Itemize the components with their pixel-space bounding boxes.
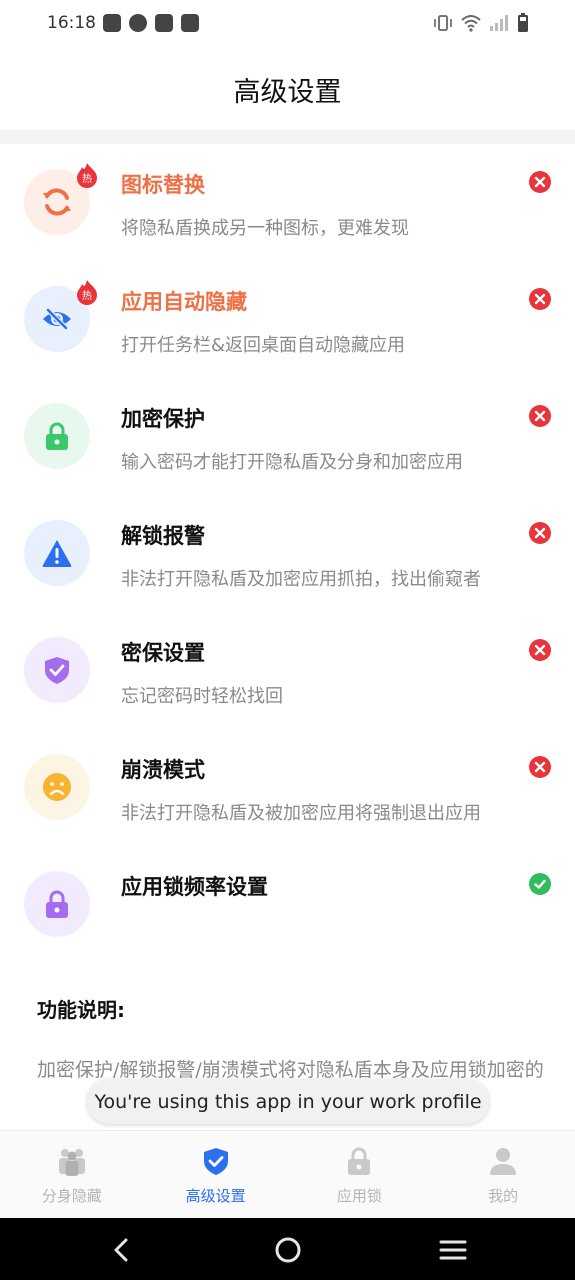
disabled-status-icon[interactable] — [529, 522, 551, 544]
hot-badge-icon: 热 — [77, 163, 97, 188]
header-divider — [0, 130, 575, 144]
setting-desc: 忘记密码时轻松找回 — [121, 686, 283, 707]
lock-frequency-icon-bg — [24, 871, 90, 937]
shield-check-icon — [203, 1148, 228, 1175]
back-icon[interactable] — [106, 1234, 138, 1266]
setting-row-icon-replace[interactable]: 热 图标替换 将隐私盾换成另一种图标，更难发现 — [0, 144, 575, 261]
setting-desc: 打开任务栏&返回桌面自动隐藏应用 — [121, 335, 406, 356]
tab-label: 分身隐藏 — [41, 1187, 102, 1205]
gallery-icon — [181, 14, 199, 32]
description-title: 功能说明: — [37, 998, 125, 1022]
setting-desc: 非法打开隐私盾及加密应用抓拍，找出偷窥者 — [121, 569, 481, 590]
unlock-alarm-icon-bg — [24, 520, 90, 586]
warning-icon — [42, 540, 72, 567]
padlock-icon — [46, 890, 68, 918]
tab-label: 应用锁 — [336, 1187, 382, 1205]
setting-row-crash-mode[interactable]: 崩溃模式 非法打开隐私盾及被加密应用将强制退出应用 — [0, 729, 575, 846]
setting-row-security-question[interactable]: 密保设置 忘记密码时轻松找回 — [0, 612, 575, 729]
enabled-status-icon[interactable] — [529, 873, 551, 895]
disabled-status-icon[interactable] — [529, 405, 551, 427]
home-icon[interactable] — [272, 1234, 304, 1266]
hot-badge-label: 热 — [82, 172, 92, 185]
disabled-status-icon[interactable] — [529, 756, 551, 778]
calendar-icon — [155, 14, 173, 32]
eye-off-icon — [43, 308, 71, 330]
disabled-status-icon[interactable] — [529, 288, 551, 310]
work-profile-toast: You're using this app in your work profi… — [87, 1079, 489, 1124]
tab-label: 高级设置 — [185, 1187, 246, 1205]
lock-icon — [348, 1147, 371, 1175]
system-nav-bar — [0, 1218, 575, 1280]
disabled-status-icon[interactable] — [529, 639, 551, 661]
tab-clone-hide[interactable]: 分身隐藏 — [0, 1131, 144, 1219]
lock-icon — [46, 422, 68, 450]
clone-icon — [58, 1149, 85, 1176]
setting-title: 密保设置 — [121, 641, 205, 665]
person-icon — [490, 1148, 517, 1175]
sad-face-icon — [43, 773, 71, 801]
signal-icon — [490, 15, 508, 31]
crash-mode-icon-bg — [24, 754, 90, 820]
tab-advanced-settings[interactable]: 高级设置 — [144, 1131, 288, 1219]
battery-icon — [518, 13, 528, 32]
setting-row-lock-frequency[interactable]: 应用锁频率设置 — [0, 846, 575, 963]
mail-icon — [103, 14, 121, 32]
setting-row-unlock-alarm[interactable]: 解锁报警 非法打开隐私盾及加密应用抓拍，找出偷窥者 — [0, 495, 575, 612]
setting-title: 应用自动隐藏 — [121, 290, 247, 314]
setting-row-auto-hide[interactable]: 热 应用自动隐藏 打开任务栏&返回桌面自动隐藏应用 — [0, 261, 575, 378]
menu-icon[interactable] — [437, 1234, 469, 1266]
page-title: 高级设置 — [233, 76, 342, 108]
setting-title: 崩溃模式 — [121, 758, 205, 782]
hot-badge-icon: 热 — [77, 280, 97, 305]
disabled-status-icon[interactable] — [529, 171, 551, 193]
status-time: 16:18 — [47, 13, 96, 33]
bottom-tab-bar: 分身隐藏 高级设置 应用锁 我的 — [0, 1130, 575, 1218]
tab-label: 我的 — [488, 1187, 519, 1205]
setting-desc: 非法打开隐私盾及被加密应用将强制退出应用 — [121, 803, 481, 824]
shield-check-icon — [45, 657, 69, 684]
settings-list: 热 图标替换 将隐私盾换成另一种图标，更难发现 热 应用自动隐藏 打开任务栏&返… — [0, 144, 575, 963]
wifi-icon — [461, 15, 481, 32]
setting-desc: 输入密码才能打开隐私盾及分身和加密应用 — [121, 452, 463, 473]
security-question-icon-bg — [24, 637, 90, 703]
check-circle-icon — [129, 14, 147, 32]
tab-mine[interactable]: 我的 — [431, 1131, 575, 1219]
system-status-icons — [433, 13, 529, 33]
setting-row-encryption[interactable]: 加密保护 输入密码才能打开隐私盾及分身和加密应用 — [0, 378, 575, 495]
header: 高级设置 — [0, 48, 575, 130]
setting-title: 解锁报警 — [121, 524, 205, 548]
hot-badge-label: 热 — [82, 289, 92, 302]
setting-title: 加密保护 — [121, 407, 205, 431]
tab-app-lock[interactable]: 应用锁 — [288, 1131, 432, 1219]
vibrate-icon — [434, 15, 452, 31]
setting-title: 图标替换 — [121, 173, 205, 197]
status-bar: 16:18 — [0, 0, 575, 48]
setting-title: 应用锁频率设置 — [121, 875, 268, 899]
setting-desc: 将隐私盾换成另一种图标，更难发现 — [121, 218, 409, 239]
encryption-icon-bg — [24, 403, 90, 469]
refresh-icon — [43, 188, 71, 216]
